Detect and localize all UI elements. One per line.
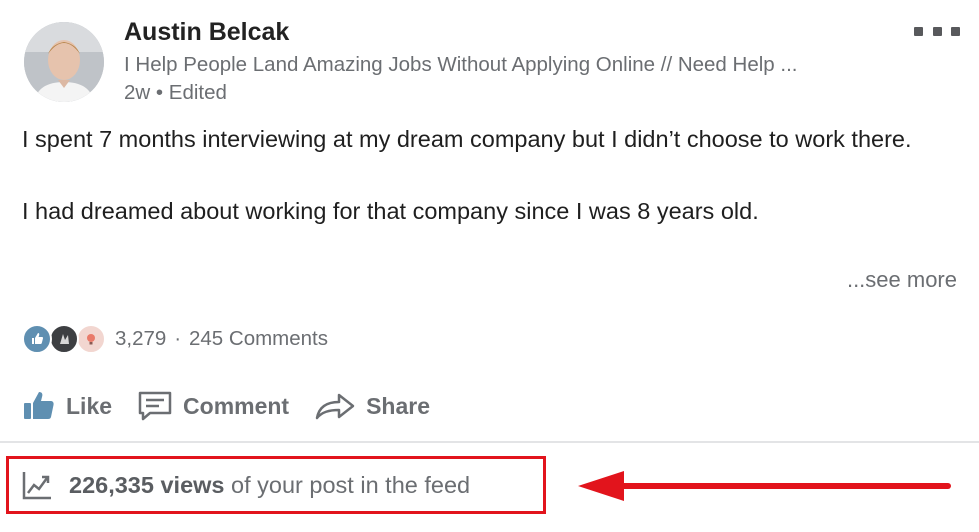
share-button[interactable]: Share — [314, 390, 430, 422]
post-time: 2w — [124, 81, 151, 104]
edited-label: Edited — [168, 81, 227, 104]
annotation-arrow — [578, 471, 951, 501]
post-views-highlight[interactable]: 226,335 views of your post in the feed — [6, 456, 546, 514]
like-button[interactable]: Like — [22, 389, 112, 423]
post-body: I spent 7 months interviewing at my drea… — [22, 121, 952, 229]
views-text: 226,335 views of your post in the feed — [69, 472, 470, 499]
comment-button[interactable]: Comment — [137, 390, 289, 422]
share-arrow-icon — [315, 393, 355, 420]
comment-icon — [138, 391, 172, 421]
trending-chart-icon — [22, 472, 51, 500]
views-count: 226,335 views — [69, 471, 225, 498]
post-meta: 2w • Edited — [124, 81, 227, 105]
see-more-link[interactable]: ...see more — [847, 267, 957, 293]
post-action-bar: Like Comment Share — [22, 381, 455, 431]
celebrate-reaction-icon[interactable] — [49, 324, 79, 354]
like-reaction-icon[interactable] — [22, 324, 52, 354]
comments-count[interactable]: 245 Comments — [189, 327, 328, 351]
post-paragraph: I spent 7 months interviewing at my drea… — [22, 126, 912, 152]
divider — [0, 441, 979, 443]
author-avatar[interactable] — [24, 22, 104, 102]
share-label: Share — [366, 392, 431, 419]
author-name[interactable]: Austin Belcak — [124, 18, 289, 47]
post-paragraph: I had dreamed about working for that com… — [22, 198, 759, 224]
like-label: Like — [66, 392, 113, 419]
insightful-reaction-icon[interactable] — [76, 324, 106, 354]
meta-bullet: • — [155, 81, 169, 104]
reactions-count[interactable]: 3,279 — [115, 327, 166, 351]
separator-dot: · — [174, 327, 181, 350]
comment-label: Comment — [183, 392, 290, 419]
more-options-icon[interactable] — [914, 20, 960, 42]
social-counts: 3,279 · 245 Comments — [22, 324, 328, 354]
author-headline: I Help People Land Amazing Jobs Without … — [124, 53, 798, 76]
thumbs-up-icon — [24, 392, 54, 419]
views-suffix: of your post in the feed — [224, 471, 471, 498]
